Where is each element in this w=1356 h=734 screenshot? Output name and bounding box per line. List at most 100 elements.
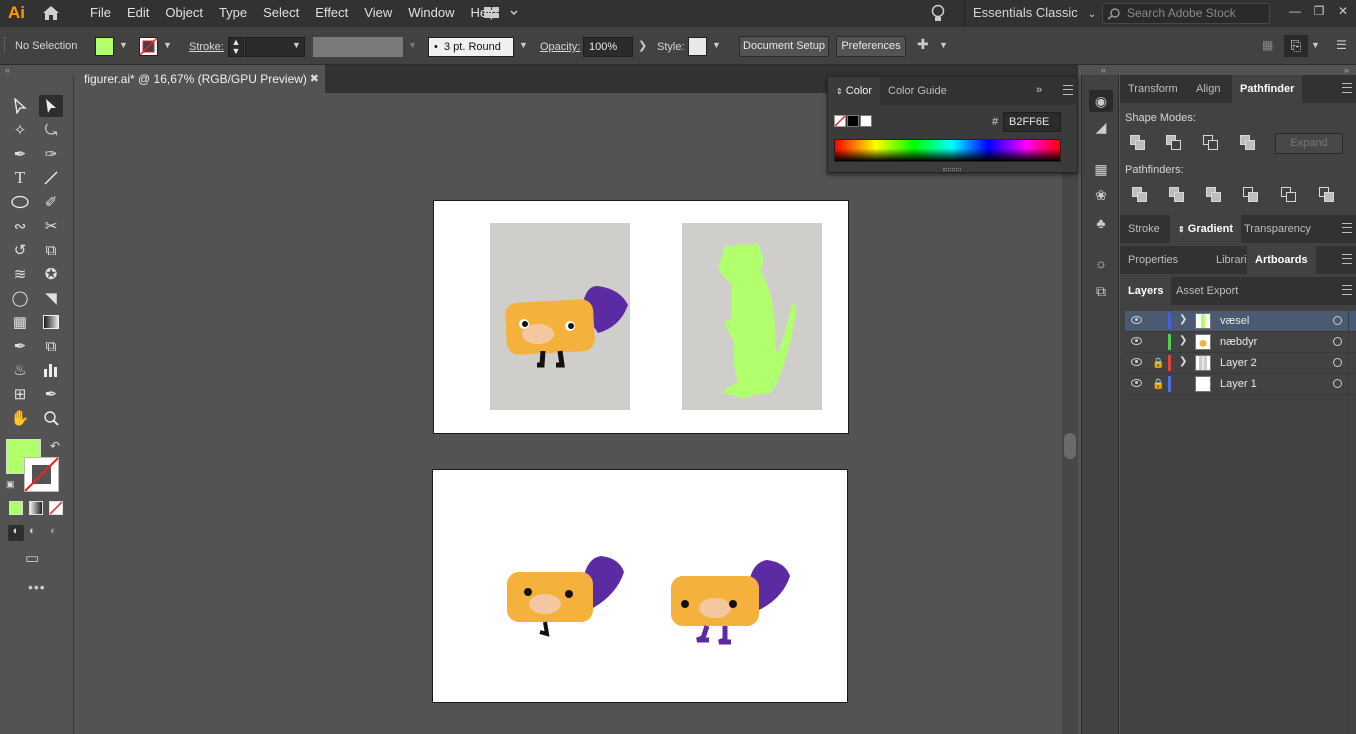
draw-normal-icon[interactable]: ◐ [8,525,24,541]
tab-asset-export[interactable]: Asset Export [1168,277,1246,305]
minimize-button[interactable]: — [1284,2,1306,20]
artboard-2[interactable] [432,469,848,703]
grip-handle[interactable] [4,37,7,53]
chevron-down-icon[interactable]: ▼ [408,40,417,50]
panel-menu-icon[interactable] [1342,254,1352,264]
close-tab-icon[interactable]: ✖ [310,65,319,93]
menu-select[interactable]: Select [255,0,307,27]
variable-width-profile[interactable] [313,37,403,57]
document-tab[interactable]: figurer.ai* @ 16,67% (RGB/GPU Preview) ✖ [75,65,325,93]
target-circle-icon[interactable] [1333,379,1342,388]
tab-properties[interactable]: Properties [1120,246,1186,274]
line-tool-icon[interactable] [39,167,63,189]
opacity-label[interactable]: Opacity: [540,41,580,53]
puppet-warp-icon[interactable]: ✪ [39,263,63,285]
mesh-tool-icon[interactable]: ▦ [8,311,32,333]
fill-swatch[interactable] [95,37,114,56]
chevron-right-icon[interactable]: ❯ [638,39,647,52]
symbols-icon[interactable]: ♣ [1091,215,1111,233]
vertical-scrollbar[interactable] [1062,93,1078,734]
collapse-panels-arrow[interactable]: » [1344,65,1349,75]
swatches-icon[interactable]: ▦ [1091,161,1111,179]
direct-selection-tool-icon[interactable] [39,95,63,117]
default-fill-stroke-icon[interactable]: ▣ [6,479,18,491]
canvas[interactable] [75,93,1062,734]
symbol-sprayer-icon[interactable]: ♨ [8,359,32,381]
perspective-grid-icon[interactable]: ◥ [39,287,63,309]
visibility-eye-icon[interactable] [1131,316,1142,324]
layers-scrollbar[interactable] [1348,311,1354,734]
minus-back-icon[interactable] [1319,187,1337,205]
chevron-down-icon[interactable]: ▼ [1311,40,1320,50]
appearance-icon[interactable]: ☼ [1091,255,1111,273]
restore-button[interactable]: ❐ [1308,2,1330,20]
white-swatch[interactable] [860,115,872,127]
layer-row[interactable]: ❯ næbdyr [1125,332,1356,353]
pen-tool-icon[interactable]: ✒ [8,143,32,165]
visibility-eye-icon[interactable] [1131,358,1142,366]
layer-row[interactable]: ❯ væsel [1125,311,1356,332]
layer-row[interactable]: 🔒 Layer 1 [1125,374,1356,395]
panel-menu-icon[interactable] [1063,85,1073,95]
lock-icon[interactable]: 🔒 [1152,358,1164,369]
draw-inside-icon[interactable]: ◐ [50,525,57,537]
none-swatch[interactable] [834,115,846,127]
gradient-mode-icon[interactable] [29,501,43,515]
more-tools-icon[interactable]: ••• [28,579,46,595]
collapse-toolbar-arrow[interactable]: « [5,65,10,75]
target-circle-icon[interactable] [1333,316,1342,325]
control-menu-icon[interactable]: ☰ [1336,38,1347,52]
preferences-button[interactable]: Preferences [836,36,906,57]
double-chevron-icon[interactable]: » [1036,84,1042,96]
slice-tool-icon[interactable]: ✒ [39,383,63,405]
shaper-tool-icon[interactable]: ∾ [8,215,32,237]
tab-transparency[interactable]: Transparency [1236,215,1319,243]
eyedropper-icon[interactable]: ✒ [8,335,32,357]
tab-color-guide[interactable]: Color Guide [880,77,955,105]
menu-edit[interactable]: Edit [119,0,157,27]
lightbulb-icon[interactable] [930,4,946,24]
exclude-icon[interactable] [1240,135,1258,153]
graphic-styles-icon[interactable]: ⧉ [1091,283,1111,301]
layer-row[interactable]: 🔒 ❯ Layer 2 [1125,353,1356,374]
layer-name[interactable]: væsel [1220,315,1249,327]
tab-transform[interactable]: Transform [1120,75,1186,103]
layer-name[interactable]: Layer 2 [1220,357,1257,369]
scale-tool-icon[interactable]: ⧉ [39,239,63,261]
menu-view[interactable]: View [356,0,400,27]
hand-tool-icon[interactable]: ✋ [8,407,32,429]
color-spectrum[interactable] [834,139,1061,162]
artboard-tool-icon[interactable]: ⊞ [8,383,32,405]
color-guide-icon[interactable]: ◢ [1091,119,1111,137]
merge-icon[interactable] [1206,187,1224,205]
stroke-label[interactable]: Stroke: [189,41,224,53]
graphic-style-swatch[interactable] [688,37,707,56]
chevron-down-icon[interactable]: ▼ [292,40,301,50]
expand-button[interactable]: Expand [1275,133,1343,154]
document-setup-button[interactable]: Document Setup [739,36,829,57]
tab-color[interactable]: ⇕ Color [828,77,881,105]
align-panel-icon[interactable]: ⎘ [1284,35,1308,57]
panel-menu-icon[interactable] [1342,285,1352,295]
arrange-documents-icon[interactable] [484,6,520,20]
screen-mode-icon[interactable]: ▭ [25,549,39,567]
color-panel-icon[interactable]: ◉ [1089,90,1113,112]
target-circle-icon[interactable] [1333,337,1342,346]
column-graph-icon[interactable] [39,359,63,381]
curvature-tool-icon[interactable]: ✑ [39,143,63,165]
menu-effect[interactable]: Effect [307,0,356,27]
zoom-tool-icon[interactable] [39,407,63,429]
select-similar-icon[interactable]: ✚ [917,36,929,53]
expand-arrow-icon[interactable]: ❯ [1179,335,1187,346]
black-swatch[interactable] [847,115,859,127]
crop-icon[interactable] [1243,187,1261,205]
home-icon[interactable] [42,5,60,21]
search-input[interactable]: Search Adobe Stock [1102,3,1270,24]
scrollbar-thumb[interactable] [1064,433,1076,459]
stroke-weight-stepper[interactable]: ▲ ▼ [228,37,244,57]
gradient-tool-icon[interactable] [39,311,63,333]
visibility-eye-icon[interactable] [1131,379,1142,387]
outline-icon[interactable] [1281,187,1299,205]
lock-icon[interactable]: 🔒 [1152,379,1164,390]
chevron-down-icon[interactable]: ▼ [939,40,948,50]
